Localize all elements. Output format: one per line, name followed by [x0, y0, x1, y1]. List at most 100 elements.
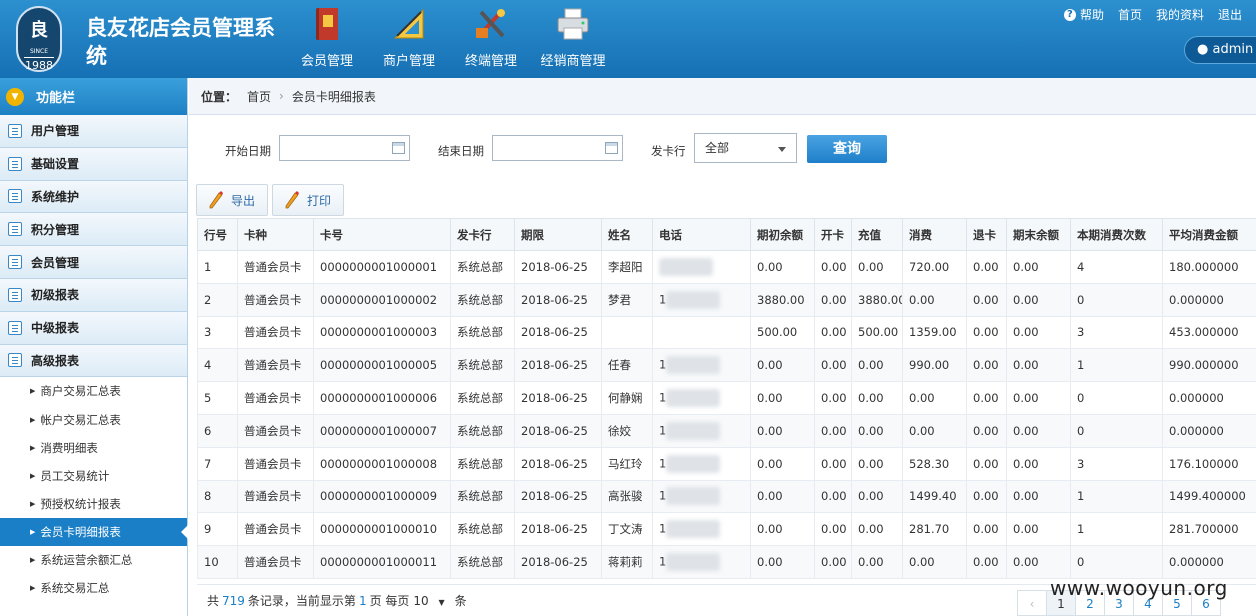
cell-value: 0.00	[821, 391, 847, 406]
table-row[interactable]: 2 普通会员卡 0000000001000002 系统总部 2018-06-25 梦君 1 3…	[197, 282, 1256, 317]
caret-right-icon: ▶	[30, 555, 36, 564]
sidebar-group-user[interactable]: 用户管理	[0, 115, 187, 148]
help-link[interactable]: ? 帮助	[1063, 6, 1104, 23]
table-cell: 0000000001000003	[313, 315, 451, 350]
table-cell: 0000000001000006	[313, 381, 451, 415]
sidebar: ▼ 功能栏 用户管理 基础设置 系统维护 积分管理 会员管理 初级报表 中级报表…	[0, 78, 188, 616]
issuer-select[interactable]: 全部	[694, 133, 797, 163]
help-label: 帮助	[1079, 8, 1104, 22]
list-icon	[8, 287, 22, 302]
sidebar-group-member[interactable]: 会员管理	[0, 246, 187, 279]
calendar-icon[interactable]	[605, 142, 618, 154]
start-date-input[interactable]	[279, 135, 410, 161]
sidebar-group-basic-report[interactable]: 初级报表	[0, 278, 187, 312]
cell-value: 0.00	[858, 391, 884, 406]
table-cell: 梦君	[601, 282, 653, 317]
cell-value: 0.00	[973, 522, 999, 537]
breadcrumb-home[interactable]: 首页	[247, 88, 271, 105]
table-row[interactable]: 3 普通会员卡 0000000001000003 系统总部 2018-06-25 500.…	[197, 315, 1256, 350]
calendar-icon[interactable]	[392, 142, 405, 154]
cell-value: 0.00	[821, 456, 847, 471]
table-cell: 0000000001000002	[313, 282, 451, 317]
prev-page-button[interactable]: ‹	[1017, 590, 1047, 616]
sidebar-group-points[interactable]: 积分管理	[0, 213, 187, 247]
sidebar-item-account-summary[interactable]: ▶ 帐户交易汇总表	[0, 405, 187, 434]
table-cell: 9	[197, 512, 238, 547]
table-row[interactable]: 1 普通会员卡 0000000001000001 系统总部 2018-06-25 李超阳 0…	[197, 250, 1256, 284]
cell-value: 0.00	[973, 391, 999, 406]
cell-value: 3	[1077, 456, 1085, 471]
profile-link[interactable]: 我的资料	[1156, 6, 1204, 23]
cell-value: 0.00	[858, 489, 884, 504]
table-body: 1 普通会员卡 0000000001000001 系统总部 2018-06-25 李超阳 0…	[197, 250, 1256, 579]
table-cell: 0.00	[814, 446, 852, 481]
footer-mid: 条记录，当前显示第	[247, 594, 356, 608]
table-row[interactable]: 10 普通会员卡 0000000001000011 系统总部 2018-06-25 蒋莉莉…	[197, 545, 1256, 579]
sidebar-item-consumption-detail[interactable]: ▶ 消费明细表	[0, 433, 187, 462]
table-cell: 0.000000	[1162, 282, 1256, 317]
table-row[interactable]: 8 普通会员卡 0000000001000009 系统总部 2018-06-25 高张骏 1…	[197, 479, 1256, 514]
redacted-phone	[666, 454, 721, 473]
sidebar-group-label: 高级报表	[31, 353, 80, 368]
sidebar-submenu: ▶ 商户交易汇总表 ▶ 帐户交易汇总表 ▶ 消费明细表 ▶ 员工交易统计 ▶ 预授权统计报…	[0, 377, 188, 616]
cell-value: 8	[204, 489, 212, 504]
export-button[interactable]: 导出	[196, 184, 269, 216]
sidebar-item-preauth-report[interactable]: ▶ 预授权统计报表	[0, 489, 187, 518]
redacted-phone	[666, 553, 721, 572]
table-cell: 1	[652, 479, 751, 514]
sidebar-item-staff-stats[interactable]: ▶ 员工交易统计	[0, 461, 187, 490]
sidebar-group-system[interactable]: 系统维护	[0, 180, 187, 214]
sidebar-group-advanced-report[interactable]: 高级报表	[0, 344, 187, 378]
table-cell: 0.00	[750, 413, 815, 448]
print-button[interactable]: 打印	[272, 184, 345, 216]
home-link[interactable]: 首页	[1118, 6, 1142, 23]
table-row[interactable]: 7 普通会员卡 0000000001000008 系统总部 2018-06-25 马红玲 1…	[197, 446, 1256, 481]
sidebar-item-member-card-detail[interactable]: ▶ 会员卡明细报表	[0, 517, 188, 546]
table-cell: 0.00	[814, 381, 852, 415]
sidebar-item-merchant-summary[interactable]: ▶ 商户交易汇总表	[0, 377, 187, 406]
table-row[interactable]: 5 普通会员卡 0000000001000006 系统总部 2018-06-25 何静娴 1…	[197, 381, 1256, 415]
end-date-input[interactable]	[492, 135, 623, 161]
sidebar-group-label: 中级报表	[31, 321, 80, 336]
cell-value: 500.00	[858, 325, 899, 340]
chevron-down-icon: ▼	[438, 597, 445, 607]
sidebar-group-mid-report[interactable]: 中级报表	[0, 311, 187, 345]
query-button[interactable]: 查询	[807, 135, 887, 163]
table-cell: 普通会员卡	[237, 315, 314, 350]
sidebar-group-basic[interactable]: 基础设置	[0, 147, 187, 181]
nav-dealer-management[interactable]: 经销商管理	[532, 0, 614, 78]
chevron-down-icon: ▼	[6, 87, 24, 106]
logout-link[interactable]: 退出	[1218, 6, 1242, 23]
tools-icon	[476, 9, 505, 38]
user-menu[interactable]: ● admin	[1184, 36, 1256, 64]
table-row[interactable]: 6 普通会员卡 0000000001000007 系统总部 2018-06-25 徐姣 1 0…	[197, 413, 1256, 448]
table-cell: 3	[1070, 315, 1163, 350]
nav-merchant-management[interactable]: 商户管理	[368, 0, 450, 78]
table-cell: 0.00	[966, 250, 1007, 284]
footer-page-suffix: 页 每页	[369, 594, 410, 608]
nav-member-management[interactable]: 会员管理	[286, 0, 368, 78]
column-header: 期初余额	[750, 218, 815, 251]
table-row[interactable]: 9 普通会员卡 0000000001000010 系统总部 2018-06-25 丁文涛 1…	[197, 512, 1256, 547]
table-cell: 系统总部	[450, 446, 515, 481]
nav-terminal-management[interactable]: 终端管理	[450, 0, 532, 78]
sidebar-item-transaction-summary[interactable]: ▶ 系统交易汇总	[0, 574, 187, 603]
table-cell: 0.00	[851, 512, 903, 547]
sidebar-item-balance-summary[interactable]: ▶ 系统运营余额汇总	[0, 545, 187, 575]
table-cell: 0.00	[814, 512, 852, 547]
table-cell: 0000000001000001	[313, 250, 451, 284]
table-cell: 990.000000	[1162, 348, 1256, 383]
cell-value: 系统总部	[457, 292, 503, 307]
table-cell: 0.00	[966, 413, 1007, 448]
cell-value: 0.000000	[1169, 555, 1224, 570]
table-cell: 2018-06-25	[514, 545, 602, 579]
table-cell: 0.000000	[1162, 413, 1256, 448]
page-size-select[interactable]: 10 ▼	[413, 594, 448, 608]
table-row[interactable]: 4 普通会员卡 0000000001000005 系统总部 2018-06-25 任春 1 0…	[197, 348, 1256, 383]
sidebar-header[interactable]: ▼ 功能栏	[0, 78, 187, 115]
member-card-table: 行号 卡种 卡号 发卡行 期限 姓名 电话 期初余额 开卡 充值 消费 退卡 期末余额 本期消费次数 平均消…	[197, 218, 1256, 579]
table-cell: 0.00	[750, 545, 815, 579]
cell-value: 1	[659, 456, 667, 471]
table-cell: 2018-06-25	[514, 446, 602, 481]
table-cell: 2018-06-25	[514, 250, 602, 284]
